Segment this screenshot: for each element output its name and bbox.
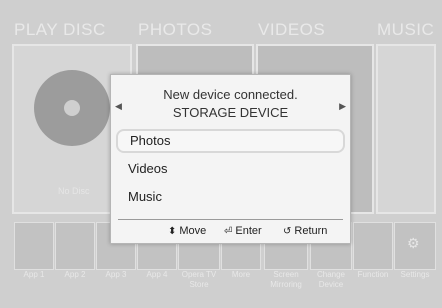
dialog-subtitle: STORAGE DEVICE [172, 105, 289, 120]
dialog-divider [118, 219, 343, 220]
app-label-2: App 2 [64, 270, 86, 279]
opera-tv-store-label: Opera TV Store [181, 270, 217, 289]
return-icon: ↺ [283, 226, 292, 237]
more-label: More [231, 270, 251, 279]
app-tile-2[interactable] [55, 222, 95, 270]
disc-hole [64, 100, 80, 116]
new-device-dialog: ◀ ▶ New device connected. STORAGE DEVICE… [110, 74, 351, 244]
category-play-disc[interactable]: PLAY DISC [14, 20, 106, 40]
settings-label: Settings [400, 270, 430, 279]
app-tile-1[interactable] [14, 222, 54, 270]
return-label: Return [294, 225, 328, 237]
settings-tile[interactable]: ⚙ [394, 222, 436, 270]
function-tile[interactable] [353, 222, 393, 270]
enter-label: Enter [235, 225, 262, 237]
dialog-title: New device connected. [163, 87, 298, 102]
up-down-arrows-icon: ⬍ [168, 226, 177, 237]
option-music[interactable]: Music [116, 185, 345, 209]
footer-return: ↺ Return [283, 225, 327, 237]
option-videos[interactable]: Videos [116, 157, 345, 181]
category-photos[interactable]: PHOTOS [138, 20, 212, 40]
app-label-1: App 1 [23, 270, 45, 279]
enter-icon: ⏎ [224, 226, 233, 237]
gear-icon: ⚙ [407, 235, 420, 251]
change-device-label: Change Device [316, 270, 346, 289]
screen-mirroring-label: Screen Mirroring [270, 270, 302, 289]
category-music[interactable]: MUSIC [377, 20, 434, 40]
footer-move: ⬍ Move [168, 225, 206, 237]
music-tile[interactable] [376, 44, 436, 214]
no-disc-label: No Disc [58, 186, 90, 196]
footer-enter: ⏎ Enter [224, 225, 262, 237]
app-label-4: App 4 [146, 270, 168, 279]
category-videos[interactable]: VIDEOS [258, 20, 325, 40]
app-label-3: App 3 [105, 270, 127, 279]
function-label: Function [357, 270, 389, 279]
move-label: Move [179, 225, 207, 237]
option-photos[interactable]: Photos [116, 129, 345, 153]
